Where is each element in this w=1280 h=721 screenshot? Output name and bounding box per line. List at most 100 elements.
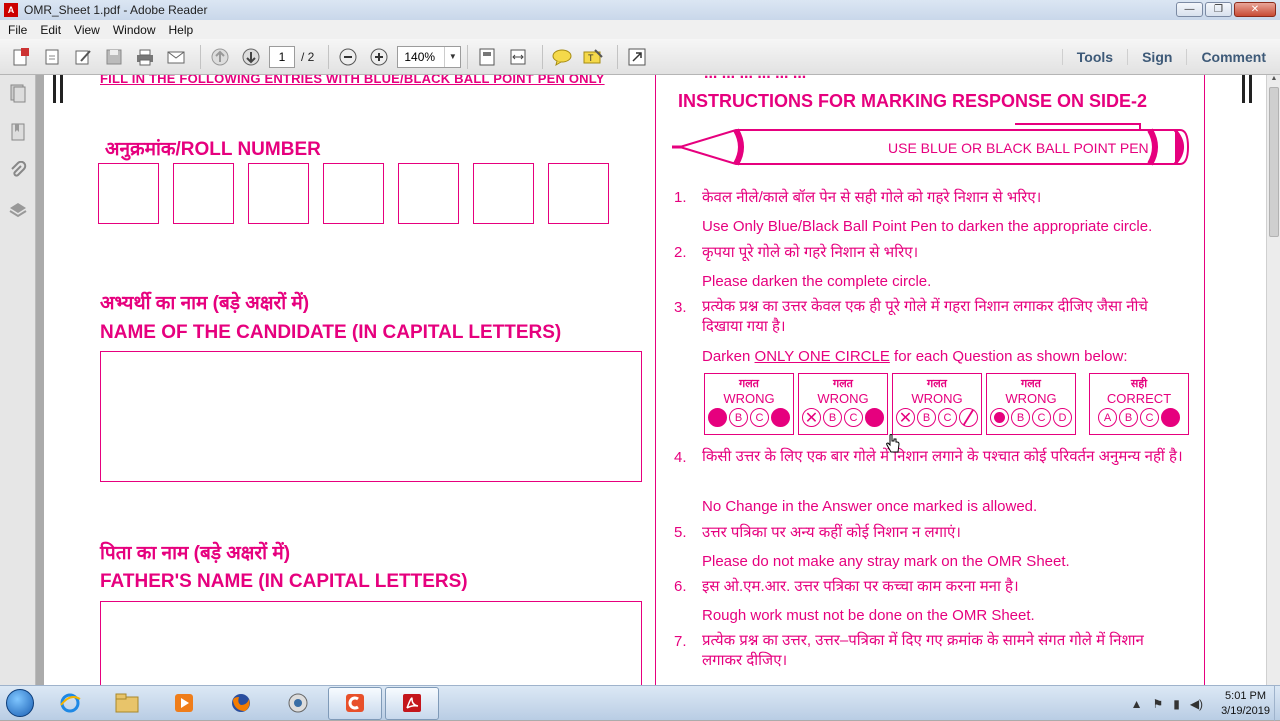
network-icon[interactable]: ▮ <box>1173 697 1180 711</box>
instruction-number: 2. <box>674 244 687 261</box>
roll-number-boxes <box>98 163 609 224</box>
tray-expand-icon[interactable]: ▲ <box>1131 697 1143 711</box>
bubble-b: B <box>729 408 748 427</box>
instruction-6-english: Rough work must not be done on the OMR S… <box>702 607 1035 624</box>
menu-view[interactable]: View <box>74 23 107 37</box>
minimize-button[interactable]: — <box>1176 2 1203 17</box>
comment-link[interactable]: Comment <box>1186 49 1280 65</box>
window-controls: — ❐ ✕ <box>1176 2 1276 17</box>
pen-instruction-banner: FILL IN THE FOLLOWING ENTRIES WITH BLUE/… <box>100 75 605 86</box>
instruction-4-hindi: किसी उत्तर के लिए एक बार गोले में निशान … <box>702 448 1183 465</box>
navigation-panel <box>0 75 36 685</box>
start-button[interactable] <box>0 686 40 721</box>
instruction-number: 5. <box>674 524 687 541</box>
slashed-bubble <box>959 405 978 431</box>
scroll-up-icon[interactable]: ▲ <box>1267 75 1280 87</box>
roll-number-box[interactable] <box>548 163 609 224</box>
action-center-icon[interactable]: ⚑ <box>1152 697 1163 711</box>
explorer-icon[interactable] <box>100 687 154 720</box>
open-icon[interactable] <box>39 44 65 70</box>
show-desktop-button[interactable] <box>1274 686 1280 721</box>
instruction-6-hindi: इस ओ.एम.आर. उत्तर पत्रिका पर कच्चा काम क… <box>702 578 1019 595</box>
scrollbar-thumb[interactable] <box>1269 87 1279 237</box>
firefox-icon[interactable] <box>214 687 268 720</box>
chevron-down-icon[interactable]: ▼ <box>444 46 460 67</box>
next-page-icon[interactable] <box>238 44 264 70</box>
media-center-icon[interactable] <box>271 687 325 720</box>
print-icon[interactable] <box>132 44 158 70</box>
crossed-bubble <box>896 408 915 428</box>
father-name-label-hindi: पिता का नाम (बड़े अक्षरों में) <box>100 543 291 564</box>
example-label: WRONG <box>817 391 869 406</box>
roll-number-box[interactable] <box>473 163 534 224</box>
bubble-d: D <box>1053 408 1072 427</box>
layers-icon[interactable] <box>8 200 28 220</box>
menu-file[interactable]: File <box>8 23 34 37</box>
attachments-icon[interactable] <box>8 161 28 181</box>
page-number-input[interactable]: 1 <box>269 45 295 68</box>
wrong-example-4: गलत WRONG B C D <box>986 373 1076 435</box>
wrong-example-1: गलत WRONG B C <box>704 373 794 435</box>
bubble-b: B <box>917 408 936 427</box>
create-pdf-icon[interactable] <box>8 44 34 70</box>
toolbar-separator <box>467 44 469 69</box>
example-bubbles: B C D <box>987 408 1075 427</box>
ie-icon[interactable] <box>43 687 97 720</box>
maximize-button[interactable]: ❐ <box>1205 2 1232 17</box>
instruction-1-hindi: केवल नीले/काले बॉल पेन से सही गोले को गह… <box>702 189 1042 206</box>
roll-number-box[interactable] <box>248 163 309 224</box>
example-label: WRONG <box>723 391 775 406</box>
example-bubbles: B C <box>705 408 793 427</box>
roll-number-box[interactable] <box>398 163 459 224</box>
instruction-3-prefix: Darken <box>702 348 755 365</box>
edit-icon[interactable] <box>70 44 96 70</box>
page-thumbnails-icon[interactable] <box>8 83 28 103</box>
fit-width-icon[interactable] <box>505 44 531 70</box>
prev-page-icon[interactable] <box>207 44 233 70</box>
registration-mark-right <box>1242 75 1252 103</box>
instruction-number: 7. <box>674 633 687 650</box>
roll-number-box[interactable] <box>323 163 384 224</box>
zoom-in-icon[interactable] <box>366 44 392 70</box>
close-button[interactable]: ✕ <box>1234 2 1276 17</box>
media-player-icon[interactable] <box>157 687 211 720</box>
volume-icon[interactable]: ◀) <box>1190 697 1203 711</box>
zoom-out-icon[interactable] <box>335 44 361 70</box>
fit-page-icon[interactable] <box>474 44 500 70</box>
zoom-select[interactable]: 140% ▼ <box>397 45 462 68</box>
toolbar: 1 / 2 140% ▼ T Tools Sign Comment <box>0 39 1280 75</box>
bubble-c: C <box>938 408 957 427</box>
vertical-scrollbar[interactable]: ▲ <box>1266 75 1280 685</box>
sign-link[interactable]: Sign <box>1127 49 1186 65</box>
dotted-bubble <box>990 408 1009 427</box>
father-name-box[interactable] <box>100 601 642 685</box>
expand-icon[interactable] <box>624 44 650 70</box>
tools-link[interactable]: Tools <box>1061 49 1127 65</box>
instruction-number: 6. <box>674 578 687 595</box>
sticky-note-icon[interactable] <box>549 44 575 70</box>
instruction-4-english: No Change in the Answer once marked is a… <box>702 498 1038 515</box>
title-bar: A OMR_Sheet 1.pdf - Adobe Reader — ❐ ✕ <box>0 0 1280 20</box>
page-border-right <box>1204 75 1205 685</box>
roll-number-box[interactable] <box>173 163 234 224</box>
email-icon[interactable] <box>163 44 189 70</box>
candidate-name-box[interactable] <box>100 351 642 482</box>
instruction-number: 3. <box>674 299 687 316</box>
bookmarks-icon[interactable] <box>8 122 28 142</box>
instruction-5-hindi: उत्तर पत्रिका पर अन्य कहीं कोई निशान न ल… <box>702 524 961 541</box>
highlight-icon[interactable]: T <box>580 44 606 70</box>
menu-edit[interactable]: Edit <box>40 23 68 37</box>
example-label: WRONG <box>1005 391 1057 406</box>
camtasia-icon[interactable] <box>328 686 382 720</box>
roll-number-box[interactable] <box>98 163 159 224</box>
menu-window[interactable]: Window <box>113 23 163 37</box>
save-icon[interactable] <box>101 44 127 70</box>
clock[interactable]: 5:01 PM 3/19/2019 <box>1221 689 1270 719</box>
menu-help[interactable]: Help <box>169 23 201 37</box>
adobe-reader-icon[interactable] <box>385 686 439 720</box>
example-hindi-label: गलत <box>927 378 947 390</box>
instruction-number: 4. <box>674 449 687 466</box>
filled-bubble <box>771 408 790 427</box>
instruction-2-english: Please darken the complete circle. <box>702 273 932 290</box>
svg-text:T: T <box>588 53 594 63</box>
